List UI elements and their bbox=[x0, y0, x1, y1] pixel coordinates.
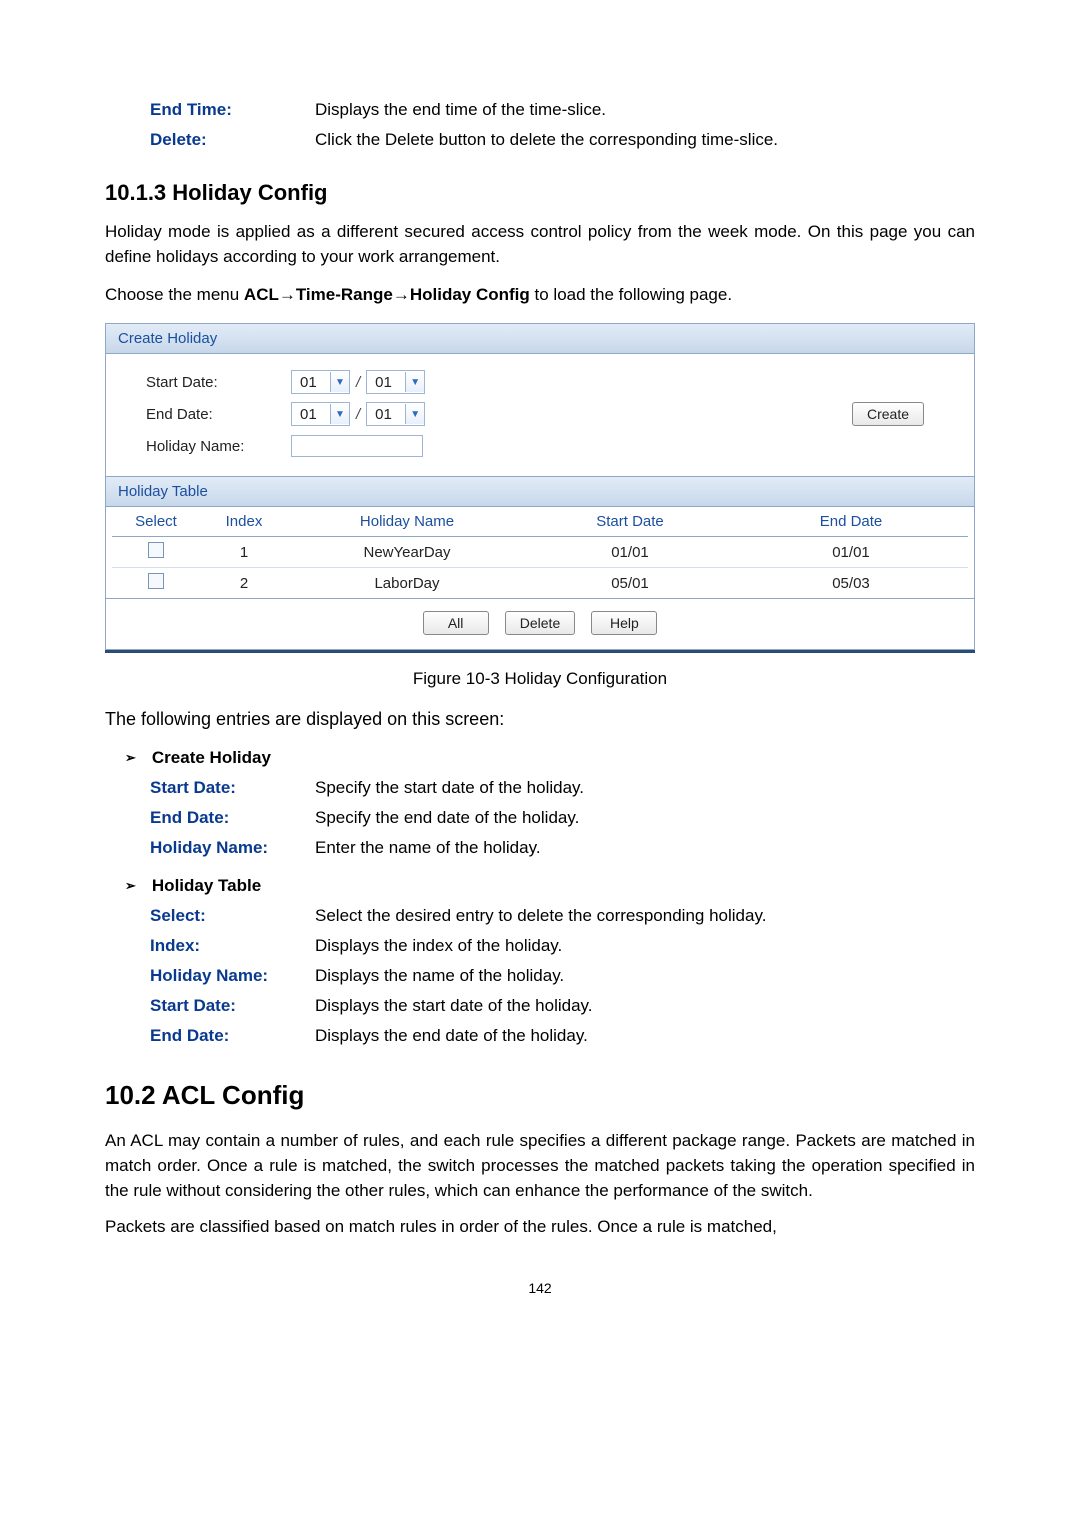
arrow-icon: ➢ bbox=[125, 750, 136, 766]
end-month-select[interactable]: 01 ▼ bbox=[291, 402, 350, 426]
end-day-select[interactable]: 01 ▼ bbox=[366, 402, 425, 426]
menu-path-line: Choose the menu ACL→Time-Range→Holiday C… bbox=[105, 285, 975, 305]
start-day-select[interactable]: 01 ▼ bbox=[366, 370, 425, 394]
all-button[interactable]: All bbox=[423, 611, 489, 635]
menu-suffix: to load the following page. bbox=[530, 285, 732, 304]
col-start-date: Start Date bbox=[526, 507, 734, 537]
def-label-delete: Delete: bbox=[150, 130, 315, 150]
page-number: 142 bbox=[105, 1280, 975, 1296]
create-button[interactable]: Create bbox=[852, 402, 924, 426]
label-holiday-name: Holiday Name: bbox=[146, 438, 291, 455]
cell-end-date: 05/03 bbox=[734, 568, 968, 599]
menu-prefix: Choose the menu bbox=[105, 285, 244, 304]
start-month-value: 01 bbox=[292, 374, 330, 391]
def-label: Holiday Name: bbox=[150, 966, 315, 986]
start-day-value: 01 bbox=[367, 374, 405, 391]
col-end-date: End Date bbox=[734, 507, 968, 537]
end-month-value: 01 bbox=[292, 406, 330, 423]
panel-title-create-holiday: Create Holiday bbox=[106, 324, 974, 354]
cell-index: 2 bbox=[200, 568, 288, 599]
arrow-icon: ➢ bbox=[125, 878, 136, 894]
figure-divider bbox=[105, 650, 975, 653]
menu-path: ACL→Time-Range→Holiday Config bbox=[244, 285, 530, 304]
cell-index: 1 bbox=[200, 537, 288, 568]
row-checkbox[interactable] bbox=[148, 573, 164, 589]
cell-holiday-name: LaborDay bbox=[288, 568, 526, 599]
date-separator: / bbox=[356, 374, 360, 391]
chevron-down-icon: ▼ bbox=[330, 404, 349, 424]
def-label: End Date: bbox=[150, 808, 315, 828]
def-text-end-time: Displays the end time of the time-slice. bbox=[315, 100, 975, 120]
chevron-down-icon: ▼ bbox=[405, 372, 424, 392]
table-row: 2 LaborDay 05/01 05/03 bbox=[112, 568, 968, 599]
end-day-value: 01 bbox=[367, 406, 405, 423]
def-label: Select: bbox=[150, 906, 315, 926]
para-acl-1: An ACL may contain a number of rules, an… bbox=[105, 1129, 975, 1203]
def-text: Displays the name of the holiday. bbox=[315, 966, 975, 986]
def-label: End Date: bbox=[150, 1026, 315, 1046]
group-title-holiday-table: Holiday Table bbox=[152, 876, 261, 896]
cell-start-date: 05/01 bbox=[526, 568, 734, 599]
def-text: Displays the end date of the holiday. bbox=[315, 1026, 975, 1046]
heading-holiday-config: 10.1.3 Holiday Config bbox=[105, 180, 975, 206]
col-index: Index bbox=[200, 507, 288, 537]
figure-caption: Figure 10-3 Holiday Configuration bbox=[105, 669, 975, 689]
entries-intro: The following entries are displayed on t… bbox=[105, 709, 975, 730]
cell-start-date: 01/01 bbox=[526, 537, 734, 568]
def-text: Displays the start date of the holiday. bbox=[315, 996, 975, 1016]
cell-end-date: 01/01 bbox=[734, 537, 968, 568]
date-separator: / bbox=[356, 406, 360, 423]
def-label-end-time: End Time: bbox=[150, 100, 315, 120]
chevron-down-icon: ▼ bbox=[330, 372, 349, 392]
group-title-create-holiday: Create Holiday bbox=[152, 748, 271, 768]
panel-title-holiday-table: Holiday Table bbox=[106, 477, 974, 507]
def-label: Holiday Name: bbox=[150, 838, 315, 858]
heading-acl-config: 10.2 ACL Config bbox=[105, 1080, 975, 1111]
def-text: Select the desired entry to delete the c… bbox=[315, 906, 975, 926]
label-start-date: Start Date: bbox=[146, 374, 291, 391]
def-label: Start Date: bbox=[150, 996, 315, 1016]
def-label: Index: bbox=[150, 936, 315, 956]
help-button[interactable]: Help bbox=[591, 611, 657, 635]
holiday-name-input[interactable] bbox=[291, 435, 423, 457]
table-row: 1 NewYearDay 01/01 01/01 bbox=[112, 537, 968, 568]
def-text: Displays the index of the holiday. bbox=[315, 936, 975, 956]
col-holiday-name: Holiday Name bbox=[288, 507, 526, 537]
def-text: Specify the start date of the holiday. bbox=[315, 778, 975, 798]
start-month-select[interactable]: 01 ▼ bbox=[291, 370, 350, 394]
col-select: Select bbox=[112, 507, 200, 537]
row-checkbox[interactable] bbox=[148, 542, 164, 558]
cell-holiday-name: NewYearDay bbox=[288, 537, 526, 568]
para-holiday-intro: Holiday mode is applied as a different s… bbox=[105, 220, 975, 269]
def-text: Specify the end date of the holiday. bbox=[315, 808, 975, 828]
delete-button[interactable]: Delete bbox=[505, 611, 575, 635]
def-text-delete: Click the Delete button to delete the co… bbox=[315, 130, 975, 150]
label-end-date: End Date: bbox=[146, 406, 291, 423]
def-label: Start Date: bbox=[150, 778, 315, 798]
para-acl-2: Packets are classified based on match ru… bbox=[105, 1215, 975, 1240]
chevron-down-icon: ▼ bbox=[405, 404, 424, 424]
def-text: Enter the name of the holiday. bbox=[315, 838, 975, 858]
